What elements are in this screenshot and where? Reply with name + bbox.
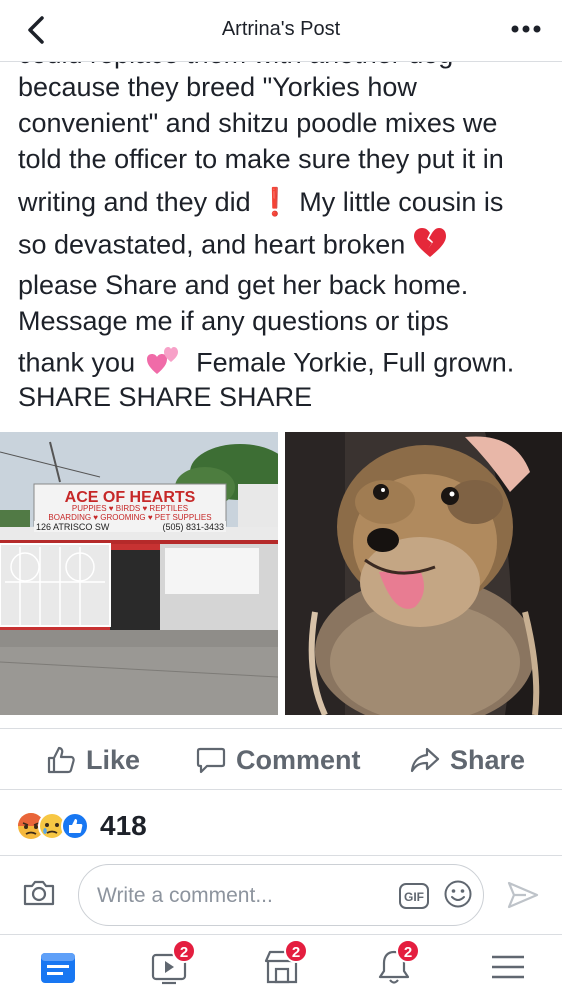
yorkie-dog-photo[interactable] <box>285 432 562 715</box>
two-hearts-emoji-icon <box>146 346 181 383</box>
exclamation-emoji-icon: ❗ <box>258 187 292 217</box>
post-text-line: please Share and get her back home. <box>18 270 469 300</box>
post-text-line: convenient" and shitzu poodle mixes we <box>18 108 498 138</box>
like-button-label: Like <box>86 744 141 775</box>
comment-button-label: Comment <box>236 744 361 775</box>
comment-input-placeholder: Write a comment... <box>97 884 273 907</box>
comment-composer: Write a comment... GIF <box>0 855 562 933</box>
hamburger-menu-icon <box>492 955 524 979</box>
post-text-line-exclaim: writing and they did ❗ My little cousin … <box>18 186 503 218</box>
tab-notifications[interactable]: 2 <box>374 939 420 987</box>
camera-icon[interactable] <box>22 878 56 913</box>
store-sign-services-1: PUPPIES ♥ BIRDS ♥ REPTILES <box>72 504 188 513</box>
post-text-line: Message me if any questions or tips <box>18 306 449 336</box>
post-text-line: SHARE SHARE SHARE <box>18 382 313 412</box>
store-front-photo[interactable]: ACE OF HEARTS PUPPIES ♥ BIRDS ♥ REPTILES… <box>0 432 278 715</box>
news-feed-icon <box>41 953 75 983</box>
post-text-line-heart: so devastated, and heart broken <box>18 228 447 265</box>
share-button[interactable]: Share <box>410 743 525 777</box>
post-text-segment: so devastated, and heart broken <box>18 229 406 260</box>
gif-label: GIF <box>404 890 424 904</box>
send-arrow-icon[interactable] <box>506 880 540 915</box>
notifications-badge: 2 <box>396 939 420 963</box>
comment-button[interactable]: Comment <box>196 743 361 777</box>
reaction-count: 418 <box>100 810 147 841</box>
reaction-icons <box>18 812 89 840</box>
comment-bubble-icon <box>196 747 226 774</box>
bottom-navigation: 2 2 2 <box>0 934 562 1000</box>
post-text: could replace them with another dog beca… <box>18 30 548 420</box>
share-button-label: Share <box>450 744 526 775</box>
emoji-smile-icon[interactable] <box>443 879 473 914</box>
post-text-segment: thank you <box>18 347 136 378</box>
post-text-segment: My little cousin is <box>299 187 504 217</box>
broken-heart-emoji-icon <box>413 228 447 265</box>
comment-input[interactable]: Write a comment... GIF <box>78 864 484 926</box>
post-action-bar: Like Comment Share <box>0 728 562 790</box>
post-text-segment: writing and they did <box>18 187 251 217</box>
reactions-summary[interactable]: 418 <box>16 808 147 844</box>
more-options-icon[interactable] <box>510 22 542 36</box>
tab-menu[interactable] <box>488 947 528 987</box>
store-sign-address: 126 ATRISCO SW <box>36 522 110 532</box>
like-reaction-icon <box>61 812 89 840</box>
share-arrow-icon <box>410 747 440 773</box>
post-photos[interactable]: ACE OF HEARTS PUPPIES ♥ BIRDS ♥ REPTILES… <box>0 432 562 715</box>
post-text-line-thanks: thank you Female Yorkie, Full grown. <box>18 346 514 383</box>
store-sign-phone: (505) 831-3433 <box>162 522 224 532</box>
marketplace-badge: 2 <box>284 939 308 963</box>
post-text-segment: Female Yorkie, Full grown. <box>196 347 515 378</box>
post-text-line: told the officer to make sure they put i… <box>18 144 504 174</box>
thumbs-up-icon <box>47 746 75 774</box>
like-button[interactable]: Like <box>46 743 140 777</box>
post-header: Artrina's Post <box>0 0 562 62</box>
page-title: Artrina's Post <box>221 18 341 40</box>
post-text-line: because they breed "Yorkies how <box>18 72 417 102</box>
gif-button[interactable]: GIF <box>399 883 429 914</box>
tab-watch[interactable]: 2 <box>150 939 196 987</box>
watch-badge: 2 <box>172 939 196 963</box>
tab-news-feed[interactable] <box>38 947 78 987</box>
tab-marketplace[interactable]: 2 <box>262 939 308 987</box>
store-sign-services-2: BOARDING ♥ GROOMING ♥ PET SUPPLIES <box>48 513 211 522</box>
